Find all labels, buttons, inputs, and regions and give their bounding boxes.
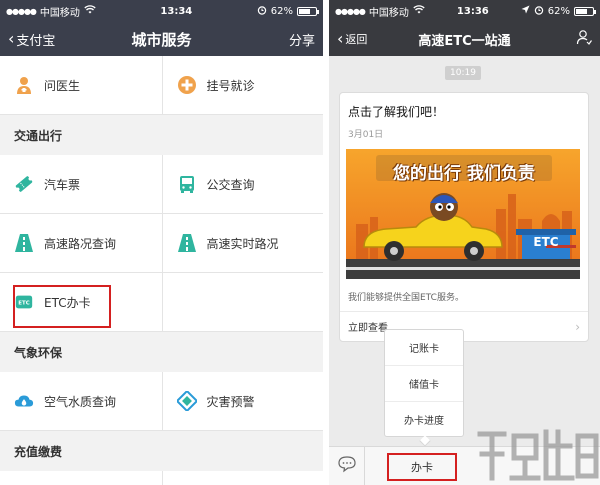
left-header: ●●●●● 中国移动 13:34 62% ‹ 支付宝 城市服务 分享 bbox=[0, 0, 323, 56]
signal-icon: ●●●●● bbox=[335, 6, 366, 16]
service-ask-doctor[interactable]: 问医生 bbox=[0, 56, 162, 114]
card-title: 点击了解我们吧！ bbox=[348, 105, 445, 119]
service-row: ETC ETC办卡 bbox=[0, 273, 323, 332]
banner-headline: 您的出行 我们负责 bbox=[393, 164, 535, 184]
share-button[interactable]: 分享 bbox=[289, 30, 315, 49]
service-row: 高速路况查询 高速实时路况 bbox=[0, 214, 323, 273]
service-cell-partial[interactable] bbox=[0, 471, 162, 485]
etc-official-account-screen: ●●●●● 中国移动 13:36 62% ‹ 返回 高速ETC一站通 10:19… bbox=[329, 0, 600, 485]
service-label: ETC办卡 bbox=[44, 295, 91, 310]
back-button[interactable]: ‹ 支付宝 bbox=[8, 30, 55, 49]
service-highway-realtime[interactable]: 高速实时路况 bbox=[161, 214, 324, 272]
profile-button[interactable] bbox=[576, 29, 592, 49]
view-now-link[interactable]: 立即查看 › bbox=[340, 311, 588, 341]
alert-icon bbox=[176, 391, 197, 411]
service-label: 灾害预警 bbox=[206, 394, 255, 409]
keyboard-icon bbox=[337, 455, 357, 477]
location-icon bbox=[521, 5, 530, 17]
ticket-icon bbox=[14, 174, 34, 194]
empty-cell bbox=[161, 273, 324, 331]
section-title-recharge: 充值缴费 bbox=[0, 431, 323, 471]
service-registration[interactable]: 挂号就诊 bbox=[161, 56, 324, 114]
service-row: 空气水质查询 灾害预警 bbox=[0, 372, 323, 431]
article-card[interactable]: 点击了解我们吧！ 3月01日 您的出行 我们负责 ETC 我们能够提供全国ETC… bbox=[339, 92, 589, 342]
menu-item-debit-card[interactable]: 记账卡 bbox=[385, 330, 463, 366]
battery-percent: 62% bbox=[547, 5, 570, 17]
service-label: 高速路况查询 bbox=[44, 236, 117, 251]
section-title-transport: 交通出行 bbox=[0, 115, 323, 155]
message-time: 10:19 bbox=[445, 66, 481, 80]
alarm-icon bbox=[257, 5, 267, 18]
menu-item-stored-value-card[interactable]: 储值卡 bbox=[385, 366, 463, 402]
battery-icon bbox=[296, 6, 319, 16]
card-banner-image: 您的出行 我们负责 ETC bbox=[346, 149, 580, 279]
status-bar: ●●●●● 中国移动 13:34 62% bbox=[0, 0, 323, 22]
back-label: 支付宝 bbox=[16, 33, 56, 49]
service-label: 空气水质查询 bbox=[44, 394, 117, 409]
doctor-icon bbox=[14, 75, 34, 95]
status-time: 13:34 bbox=[160, 5, 193, 17]
section-title-weather: 气象环保 bbox=[0, 332, 323, 372]
card-date: 3月01日 bbox=[348, 130, 384, 140]
service-label: 挂号就诊 bbox=[206, 78, 255, 93]
battery-percent: 62% bbox=[270, 5, 293, 17]
back-button[interactable]: ‹ 返回 bbox=[337, 31, 367, 47]
banner-sign: ETC bbox=[533, 235, 559, 249]
service-bus-query[interactable]: 公交查询 bbox=[161, 155, 324, 213]
alarm-icon bbox=[534, 5, 544, 18]
view-now-label: 立即查看 bbox=[348, 323, 388, 334]
status-bar: ●●●●● 中国移动 13:36 62% bbox=[329, 0, 600, 22]
right-header: ●●●●● 中国移动 13:36 62% ‹ 返回 高速ETC一站通 bbox=[329, 0, 600, 56]
card-menu-popup: 记账卡 储值卡 办卡进度 bbox=[384, 329, 464, 447]
status-time: 13:36 bbox=[456, 5, 489, 17]
carrier-label: 中国移动 bbox=[39, 7, 80, 19]
bus-icon bbox=[177, 174, 197, 194]
service-disaster-alert[interactable]: 灾害预警 bbox=[161, 372, 324, 430]
chevron-right-icon: › bbox=[575, 319, 580, 334]
service-row: 汽车票 公交查询 bbox=[0, 155, 323, 214]
page-title: 高速ETC一站通 bbox=[418, 33, 511, 49]
back-label: 返回 bbox=[345, 33, 368, 46]
service-label: 公交查询 bbox=[206, 177, 255, 192]
service-etc-card[interactable]: ETC ETC办卡 bbox=[0, 273, 162, 331]
cloud-icon bbox=[14, 391, 34, 411]
highway-icon bbox=[14, 233, 34, 253]
svg-text:ETC: ETC bbox=[18, 300, 29, 306]
chevron-left-icon: ‹ bbox=[8, 29, 15, 48]
alipay-city-services-screen: ●●●●● 中国移动 13:34 62% ‹ 支付宝 城市服务 分享 问医生 挂… bbox=[0, 0, 323, 485]
battery-icon bbox=[573, 6, 596, 16]
nav-bar: ‹ 返回 高速ETC一站通 bbox=[329, 22, 600, 56]
service-label: 问医生 bbox=[44, 78, 81, 93]
bottom-menu-bar: 办卡 bbox=[329, 446, 600, 485]
person-icon bbox=[576, 30, 592, 49]
service-cell-partial[interactable] bbox=[161, 471, 324, 485]
service-row-partial bbox=[0, 471, 323, 485]
etc-icon: ETC bbox=[14, 292, 34, 312]
card-description: 我们能够提供全国ETC服务。 bbox=[348, 293, 464, 303]
nav-bar: ‹ 支付宝 城市服务 分享 bbox=[0, 22, 323, 56]
chat-area: 10:19 点击了解我们吧！ 3月01日 您的出行 我们负责 ETC 我们能够提… bbox=[329, 56, 600, 448]
keyboard-toggle-button[interactable] bbox=[329, 447, 365, 485]
chevron-left-icon: ‹ bbox=[337, 29, 344, 48]
service-row: 问医生 挂号就诊 bbox=[0, 56, 323, 115]
plus-circle-icon bbox=[177, 75, 197, 95]
service-label: 汽车票 bbox=[44, 177, 81, 192]
wifi-icon bbox=[413, 5, 425, 17]
signal-icon: ●●●●● bbox=[6, 6, 37, 16]
service-highway-status[interactable]: 高速路况查询 bbox=[0, 214, 162, 272]
carrier-label: 中国移动 bbox=[368, 7, 409, 19]
service-bus-ticket[interactable]: 汽车票 bbox=[0, 155, 162, 213]
highway-icon bbox=[177, 233, 197, 253]
service-label: 高速实时路况 bbox=[206, 236, 279, 251]
wifi-icon bbox=[84, 5, 96, 17]
service-air-water[interactable]: 空气水质查询 bbox=[0, 372, 162, 430]
menu-item-application-progress[interactable]: 办卡进度 bbox=[385, 402, 463, 438]
apply-card-tab[interactable]: 办卡 bbox=[387, 453, 457, 481]
